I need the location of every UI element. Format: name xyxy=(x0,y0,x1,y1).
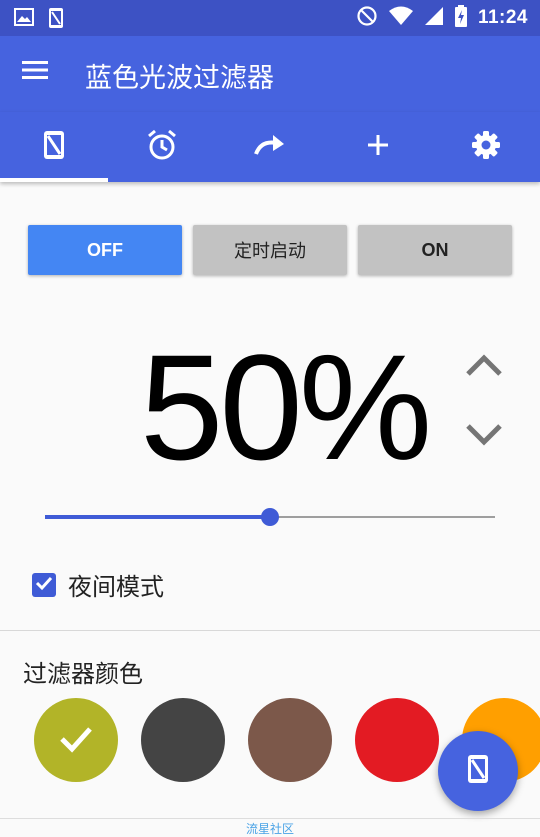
color-swatch-1[interactable] xyxy=(141,698,225,782)
decrease-button[interactable] xyxy=(462,420,506,450)
phone-filter-icon xyxy=(48,7,64,33)
mode-buttons: OFF 定时启动 ON xyxy=(28,225,512,275)
watermark-text: 流星社区 xyxy=(245,822,294,836)
signal-icon xyxy=(424,6,444,30)
chevron-down-icon xyxy=(462,424,506,454)
do-not-disturb-icon xyxy=(356,5,378,31)
tab-settings[interactable] xyxy=(432,112,540,182)
hamburger-menu-icon xyxy=(20,61,50,86)
color-swatch-0[interactable] xyxy=(34,698,118,782)
phone-filter-icon xyxy=(467,754,489,788)
filter-percent: 50% xyxy=(140,323,432,491)
bottom-divider xyxy=(0,818,540,819)
wifi-icon xyxy=(388,6,414,30)
redo-arrow-icon xyxy=(253,134,287,160)
increase-button[interactable] xyxy=(462,350,506,380)
tab-bar xyxy=(0,112,540,182)
gear-icon xyxy=(471,130,501,164)
on-button[interactable]: ON xyxy=(358,225,512,275)
intensity-slider[interactable] xyxy=(45,505,495,529)
filter-color-title: 过滤器颜色 xyxy=(23,660,143,688)
slider-thumb[interactable] xyxy=(261,508,279,526)
night-mode-checkbox[interactable] xyxy=(32,572,56,597)
plus-icon xyxy=(366,133,390,161)
checkmark-icon xyxy=(34,573,54,597)
image-icon xyxy=(14,7,34,33)
toggle-filter-fab[interactable] xyxy=(438,731,518,811)
tab-schedule[interactable] xyxy=(108,112,216,182)
app-title: 蓝色光波过滤器 xyxy=(85,63,274,94)
app-bar: 蓝色光波过滤器 xyxy=(0,36,540,112)
night-mode-label: 夜间模式 xyxy=(68,573,164,601)
timer-button[interactable]: 定时启动 xyxy=(193,225,347,275)
menu-button[interactable] xyxy=(20,58,56,90)
alarm-clock-icon xyxy=(146,129,178,165)
section-divider xyxy=(0,630,540,631)
night-mode-row[interactable]: 夜间模式 xyxy=(32,567,164,602)
slider-fill xyxy=(45,515,270,519)
tab-shortcut[interactable] xyxy=(216,112,324,182)
color-swatch-3[interactable] xyxy=(355,698,439,782)
tab-add[interactable] xyxy=(324,112,432,182)
checkmark-icon xyxy=(56,718,96,762)
chevron-up-icon xyxy=(462,354,506,384)
tab-filter[interactable] xyxy=(0,112,108,182)
status-time: 11:24 xyxy=(477,7,528,28)
battery-charging-icon xyxy=(454,5,468,31)
color-swatch-2[interactable] xyxy=(248,698,332,782)
status-bar: 11:24 xyxy=(0,0,540,36)
off-button[interactable]: OFF xyxy=(28,225,182,275)
phone-filter-icon xyxy=(43,130,65,164)
